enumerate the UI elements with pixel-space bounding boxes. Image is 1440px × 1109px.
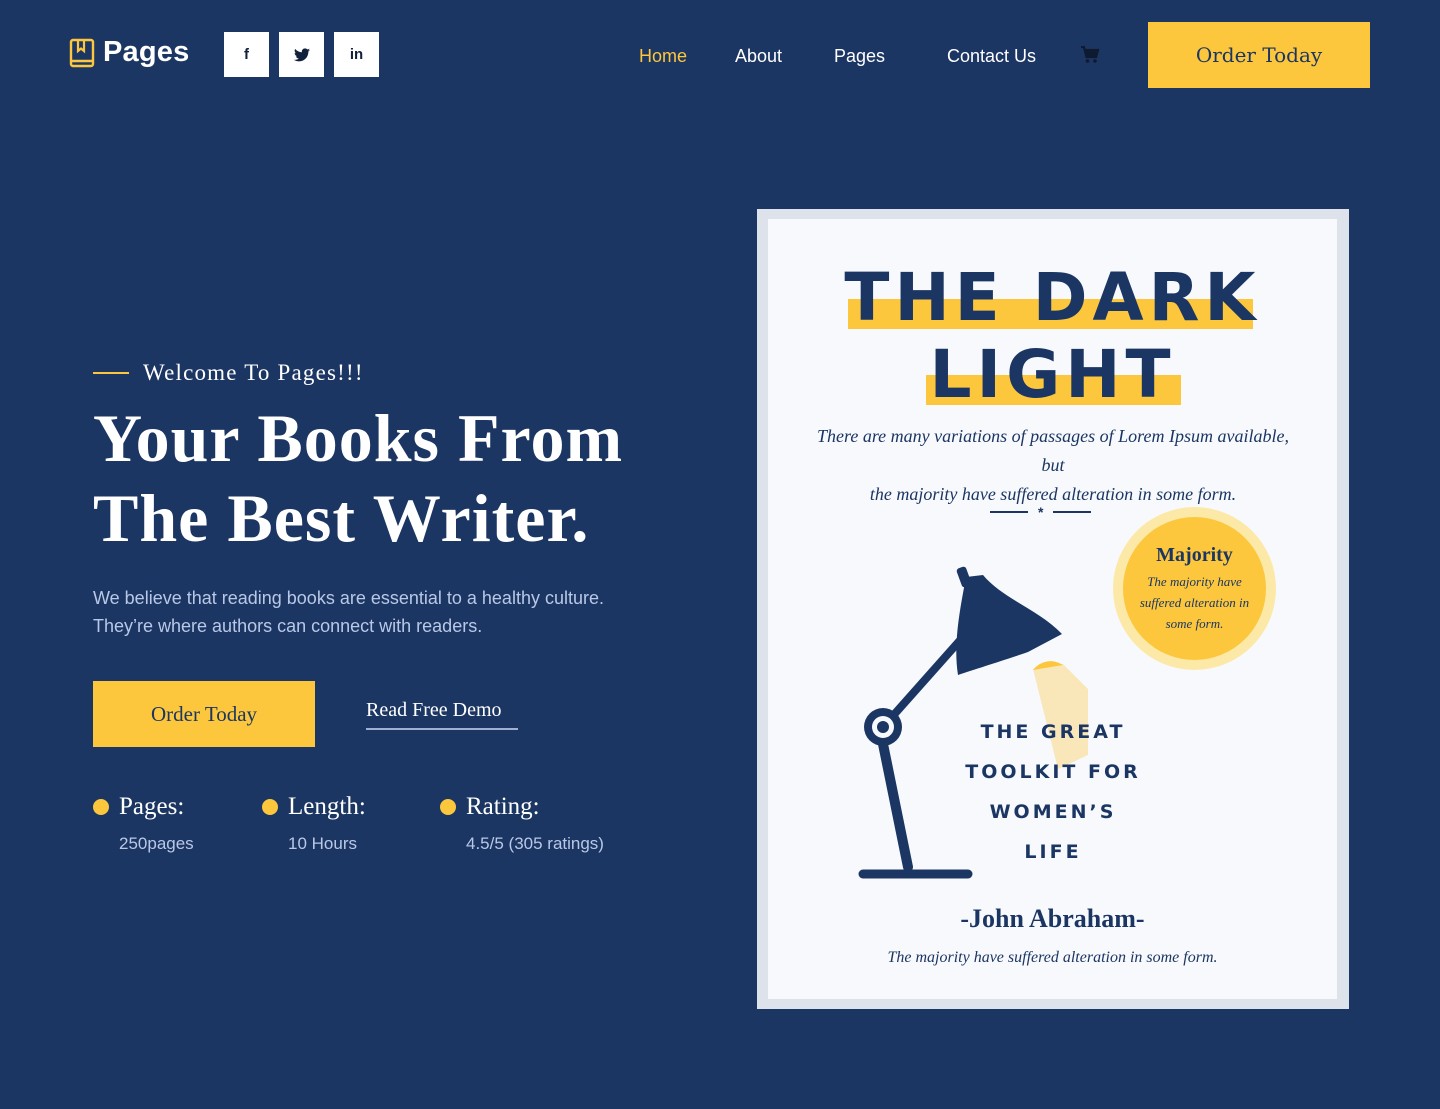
author-note: The majority have suffered alteration in… — [887, 949, 1218, 966]
linkedin-icon: in — [349, 46, 364, 63]
nav-pages[interactable]: Pages — [834, 46, 885, 67]
order-today-button[interactable]: Order Today — [93, 681, 315, 747]
subtitle-line: THE GREAT — [980, 721, 1126, 743]
book-cover-frame: THE DARK LIGHT There are many variations… — [757, 209, 1349, 1009]
subtitle-line: LIFE — [1024, 841, 1082, 863]
description-line-1: We believe that reading books are essent… — [93, 588, 604, 608]
brand-logo[interactable]: Pages — [69, 36, 189, 69]
badge-text-line: some form. — [1165, 615, 1224, 631]
twitter-button[interactable] — [279, 32, 324, 77]
facebook-icon: f — [244, 46, 249, 63]
stat-value: 250pages — [119, 834, 194, 853]
bullet-dot — [440, 799, 456, 815]
book-subtitle: THE GREAT TOOLKIT FOR WOMEN’S LIFE — [918, 712, 1188, 872]
hero-headline: Your Books From The Best Writer. — [93, 398, 733, 558]
stat-length: Length: 10 Hours — [262, 793, 366, 854]
stat-value: 4.5/5 (305 ratings) — [466, 834, 604, 853]
asterisk-icon: * — [1038, 504, 1044, 520]
book-cover: THE DARK LIGHT There are many variations… — [768, 219, 1337, 999]
subtitle-line: WOMEN’S — [989, 801, 1117, 823]
badge-title: Majority — [1156, 543, 1233, 566]
badge-text: The majority have suffered alteration in… — [1140, 571, 1249, 634]
facebook-button[interactable]: f — [224, 32, 269, 77]
twitter-icon — [293, 47, 310, 61]
nav-contact-us[interactable]: Contact Us — [947, 46, 1036, 67]
stat-label: Rating: — [466, 793, 540, 820]
hero-description: We believe that reading books are essent… — [93, 584, 693, 640]
nav-home[interactable]: Home — [639, 46, 687, 67]
subtitle-line: TOOLKIT FOR — [965, 761, 1141, 783]
read-free-demo-link[interactable]: Read Free Demo — [366, 699, 518, 730]
book-title-line-2: LIGHT — [929, 336, 1176, 413]
stat-label: Pages: — [119, 793, 185, 820]
bullet-dot — [262, 799, 278, 815]
eyebrow-line — [93, 372, 129, 374]
linkedin-button[interactable]: in — [334, 32, 379, 77]
badge-text-line: The majority have — [1147, 573, 1242, 589]
cart-icon[interactable] — [1080, 46, 1100, 64]
book-author: -John Abraham- — [960, 904, 1145, 933]
eyebrow-text: Welcome To Pages!!! — [143, 360, 364, 385]
nav-about[interactable]: About — [735, 46, 782, 67]
stat-value: 10 Hours — [288, 834, 357, 853]
ornament-divider: * — [990, 504, 1092, 520]
description-line-2: They’re where authors can connect with r… — [93, 616, 483, 636]
stat-pages: Pages: 250pages — [93, 793, 194, 854]
badge-text-line: suffered alteration in — [1139, 594, 1250, 610]
order-today-button-header[interactable]: Order Today — [1148, 22, 1370, 88]
stat-label: Length: — [288, 793, 366, 820]
social-links: f in — [224, 32, 379, 77]
headline-line-2: The Best Writer. — [93, 480, 590, 556]
book-blurb: There are many variations of passages of… — [808, 422, 1298, 509]
bullet-dot — [93, 799, 109, 815]
book-icon — [69, 38, 95, 67]
book-title-line-1: THE DARK — [844, 259, 1261, 336]
brand-name: Pages — [103, 36, 190, 68]
stat-rating: Rating: 4.5/5 (305 ratings) — [440, 793, 604, 854]
headline-line-1: Your Books From — [93, 400, 624, 476]
majority-badge: Majority The majority have suffered alte… — [1113, 507, 1276, 670]
hero-eyebrow: Welcome To Pages!!! — [93, 360, 364, 386]
blurb-line-1: There are many variations of passages of… — [817, 426, 1289, 475]
